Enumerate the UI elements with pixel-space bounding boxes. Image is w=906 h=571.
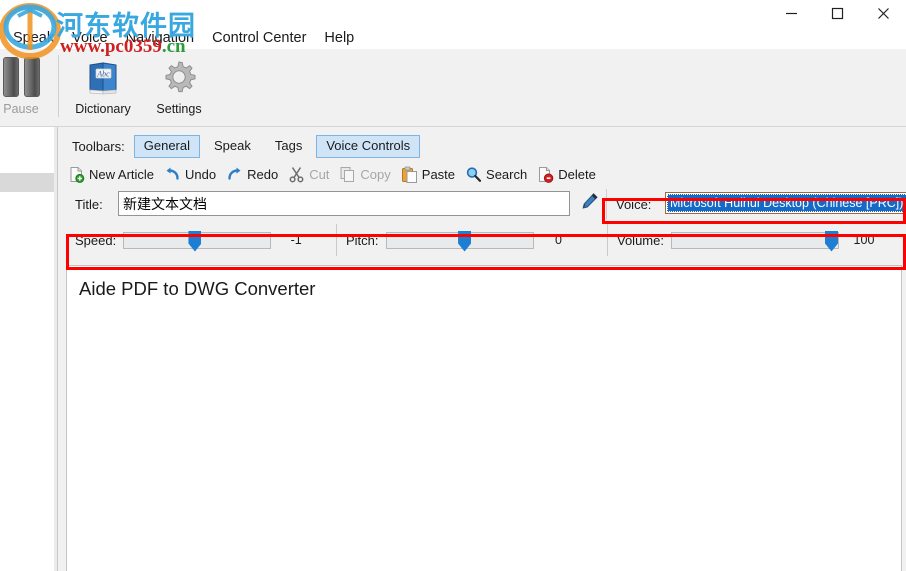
- new-article-label: New Article: [89, 166, 155, 182]
- volume-slider-thumb[interactable]: [824, 230, 838, 252]
- new-article-icon: [68, 166, 85, 183]
- redo-icon: [226, 166, 243, 183]
- window-title-bar: [0, 0, 906, 26]
- undo-icon: [164, 166, 181, 183]
- toolbars-selector-row: Toolbars: General Speak Tags Voice Contr…: [58, 133, 906, 159]
- pitch-slider-group: Pitch: 0: [346, 229, 578, 252]
- close-button[interactable]: [860, 0, 906, 26]
- menu-item-navigation[interactable]: Navigation: [117, 27, 204, 49]
- speed-label: Speed:: [75, 232, 117, 248]
- paste-icon: [401, 166, 418, 183]
- editor-text: Aide PDF to DWG Converter: [79, 278, 316, 299]
- undo-label: Undo: [185, 166, 217, 182]
- menu-item-control-center[interactable]: Control Center: [203, 27, 315, 49]
- edit-title-button[interactable]: [576, 191, 602, 216]
- settings-button-label: Settings: [156, 102, 202, 116]
- application-window: Speak Voice Navigation Control Center He…: [0, 0, 906, 571]
- copy-label: Copy: [360, 166, 391, 182]
- toolbar-separator: [58, 55, 59, 117]
- volume-slider-group: Volume: 100: [617, 229, 883, 252]
- paste-label: Paste: [421, 166, 456, 182]
- list-item[interactable]: [0, 173, 54, 192]
- close-icon: [877, 7, 890, 20]
- voice-select-value: Microsoft Huihui Desktop (Chinese [PRC]): [667, 194, 906, 212]
- voice-select[interactable]: Microsoft Huihui Desktop (Chinese [PRC]): [665, 192, 906, 214]
- search-icon: [465, 166, 482, 183]
- gear-icon: [157, 56, 201, 98]
- pause-button-label: Pause: [3, 102, 39, 116]
- left-panel-scrollbar[interactable]: [54, 127, 57, 571]
- action-toolbar: New Article Undo Redo Cut Copy Paste Sea…: [58, 161, 906, 187]
- svg-text:Abc: Abc: [96, 69, 110, 78]
- copy-button[interactable]: Copy: [339, 166, 391, 183]
- pen-icon: [580, 192, 599, 216]
- new-article-button[interactable]: New Article: [68, 166, 154, 183]
- slider-divider-2: [607, 224, 608, 256]
- speed-slider-group: Speed: -1: [75, 229, 315, 252]
- slider-divider-1: [336, 224, 337, 256]
- pause-button[interactable]: Pause: [0, 51, 59, 123]
- pitch-value: 0: [555, 233, 562, 247]
- main-panel: Toolbars: General Speak Tags Voice Contr…: [58, 127, 906, 571]
- voice-controls-row: Speed: -1 Pitch: 0 Volume: 100: [58, 221, 906, 261]
- pitch-slider[interactable]: [385, 230, 534, 252]
- dictionary-icon: Abc: [81, 56, 125, 98]
- paste-button[interactable]: Paste: [401, 166, 455, 183]
- pause-icon: [0, 56, 43, 98]
- delete-label: Delete: [558, 166, 596, 182]
- toolbar-chip-voice-controls[interactable]: Voice Controls: [316, 134, 421, 158]
- toolbar-chip-speak[interactable]: Speak: [204, 135, 261, 158]
- cut-button[interactable]: Cut: [288, 166, 329, 183]
- minimize-icon: [785, 7, 798, 20]
- delete-icon: [537, 166, 554, 183]
- speed-value: -1: [290, 233, 302, 247]
- left-panel: [0, 127, 58, 571]
- volume-slider[interactable]: [670, 230, 839, 252]
- menu-item-speak[interactable]: Speak: [4, 27, 63, 49]
- voice-label: Voice:: [616, 197, 652, 212]
- article-editor[interactable]: Aide PDF to DWG Converter: [66, 265, 902, 571]
- toolbars-label: Toolbars:: [72, 138, 125, 154]
- field-separator: [606, 189, 607, 219]
- title-label: Title:: [75, 197, 103, 212]
- pitch-label: Pitch:: [346, 232, 379, 248]
- undo-button[interactable]: Undo: [164, 166, 216, 183]
- dictionary-button[interactable]: Abc Dictionary: [65, 51, 141, 123]
- cut-label: Cut: [309, 166, 330, 182]
- maximize-button[interactable]: [814, 0, 860, 26]
- settings-button[interactable]: Settings: [141, 51, 217, 123]
- pitch-slider-thumb[interactable]: [458, 230, 472, 252]
- toolbar-chip-general[interactable]: General: [133, 134, 200, 158]
- maximize-icon: [831, 7, 844, 20]
- menu-item-help[interactable]: Help: [315, 27, 363, 49]
- volume-label: Volume:: [617, 232, 664, 248]
- search-label: Search: [486, 166, 528, 182]
- title-input[interactable]: [118, 191, 570, 216]
- copy-icon: [339, 166, 356, 183]
- toolbar-chip-tags[interactable]: Tags: [265, 135, 312, 158]
- article-list[interactable]: [0, 127, 54, 571]
- volume-value: 100: [853, 233, 875, 247]
- title-voice-row: Title: Voice: Microsoft Huihui Desktop (…: [58, 189, 906, 219]
- window-controls: [768, 0, 906, 26]
- redo-button[interactable]: Redo: [226, 166, 278, 183]
- search-button[interactable]: Search: [465, 166, 527, 183]
- speed-slider-thumb[interactable]: [188, 230, 202, 252]
- speed-slider[interactable]: [123, 230, 272, 252]
- menu-bar: Speak Voice Navigation Control Center He…: [0, 26, 906, 49]
- dictionary-button-label: Dictionary: [75, 102, 131, 116]
- delete-button[interactable]: Delete: [537, 166, 596, 183]
- redo-label: Redo: [247, 166, 279, 182]
- minimize-button[interactable]: [768, 0, 814, 26]
- main-toolbar: Pause Abc Dictionary Settings: [0, 49, 906, 127]
- menu-item-voice[interactable]: Voice: [63, 27, 116, 49]
- cut-icon: [288, 166, 305, 183]
